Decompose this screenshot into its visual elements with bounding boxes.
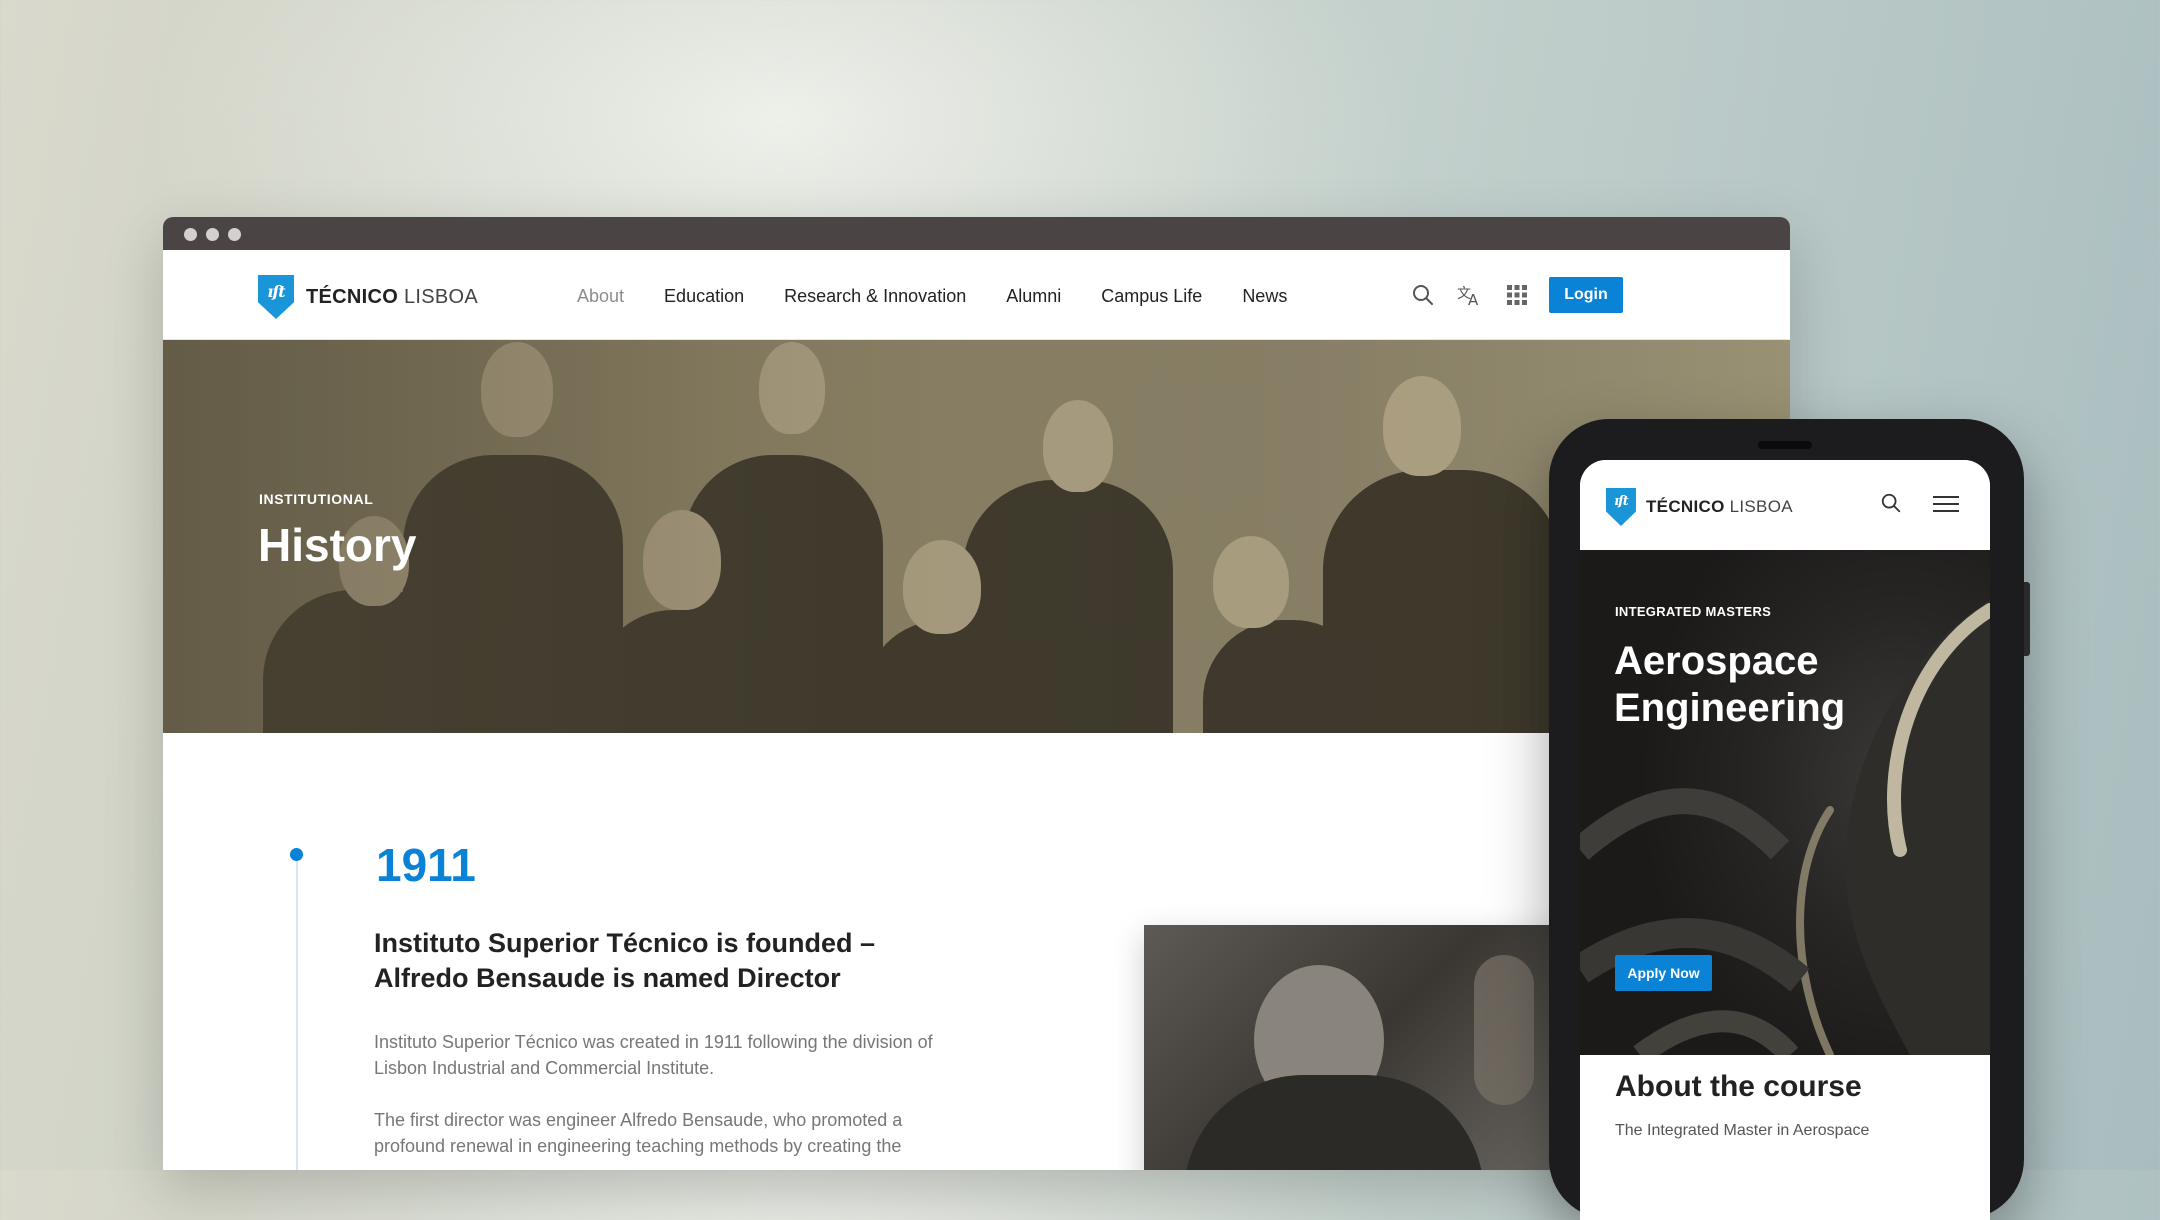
search-icon[interactable] <box>1408 280 1438 310</box>
mobile-phone-frame: ıſt TÉCNICO LISBOA INTEGRATED MASTERS Ae… <box>1549 419 2030 1220</box>
logo-wordmark: TÉCNICO LISBOA <box>1646 497 1793 516</box>
course-title: Aerospace Engineering <box>1614 638 1845 732</box>
search-icon[interactable] <box>1880 492 1902 519</box>
timeline-paragraph: Instituto Superior Técnico was created i… <box>374 1032 933 1078</box>
timeline-section: 1911 Instituto Superior Técnico is found… <box>163 733 1790 1170</box>
bensaude-photo <box>1144 925 1564 1170</box>
history-hero: INSTITUTIONAL History <box>163 340 1790 733</box>
hero-eyebrow: INTEGRATED MASTERS <box>1615 604 1772 619</box>
apps-grid-icon[interactable] <box>1502 280 1532 310</box>
timeline-paragraph: The first director was engineer Alfredo … <box>374 1110 903 1156</box>
nav-campus-life[interactable]: Campus Life <box>1101 286 1202 307</box>
nav-news[interactable]: News <box>1242 286 1287 307</box>
hero-eyebrow: INSTITUTIONAL <box>259 491 374 507</box>
mobile-screen: ıſt TÉCNICO LISBOA INTEGRATED MASTERS Ae… <box>1580 460 1990 1220</box>
nav-education[interactable]: Education <box>664 286 744 307</box>
tecnico-shield-icon: ıſt <box>1606 488 1636 526</box>
site-logo[interactable]: ıſt TÉCNICO LISBOA <box>258 275 478 319</box>
header-actions: 文A <box>1408 280 1549 310</box>
course-title-line: Aerospace <box>1614 639 1819 683</box>
window-control-dot[interactable] <box>206 228 219 241</box>
nav-alumni[interactable]: Alumni <box>1006 286 1061 307</box>
desktop-browser-window: ıſt TÉCNICO LISBOA About Education Resea… <box>163 217 1790 1170</box>
logo-wordmark: TÉCNICO LISBOA <box>306 285 479 308</box>
about-course-text: The Integrated Master in Aerospace <box>1615 1122 1870 1139</box>
mobile-site-logo[interactable]: ıſt TÉCNICO LISBOA <box>1606 488 1793 526</box>
timeline-line <box>296 853 298 1170</box>
nav-research-innovation[interactable]: Research & Innovation <box>784 286 966 307</box>
browser-titlebar <box>163 217 1790 250</box>
course-hero: INTEGRATED MASTERS Aerospace Engineering… <box>1580 550 1990 1055</box>
apply-now-button[interactable]: Apply Now <box>1615 955 1712 991</box>
window-control-dot[interactable] <box>228 228 241 241</box>
mobile-header: ıſt TÉCNICO LISBOA <box>1580 460 1990 550</box>
page-title: History <box>258 519 417 571</box>
hamburger-menu-icon[interactable] <box>1933 496 1959 517</box>
main-navigation: About Education Research & Innovation Al… <box>577 286 1327 307</box>
login-button[interactable]: Login <box>1549 277 1623 313</box>
translate-icon[interactable]: 文A <box>1455 280 1485 310</box>
course-title-line: Engineering <box>1614 686 1846 730</box>
tecnico-shield-icon: ıſt <box>258 275 294 319</box>
about-course-heading: About the course <box>1615 1070 1862 1103</box>
timeline-heading: Instituto Superior Técnico is founded – … <box>374 928 876 993</box>
window-control-dot[interactable] <box>184 228 197 241</box>
phone-speaker <box>1758 441 1812 449</box>
phone-side-button <box>2024 582 2030 656</box>
nav-about[interactable]: About <box>577 286 624 307</box>
timeline-marker <box>290 848 303 861</box>
site-header: ıſt TÉCNICO LISBOA About Education Resea… <box>163 250 1790 340</box>
svg-text:A: A <box>1468 291 1479 307</box>
timeline-year: 1911 <box>376 839 476 891</box>
